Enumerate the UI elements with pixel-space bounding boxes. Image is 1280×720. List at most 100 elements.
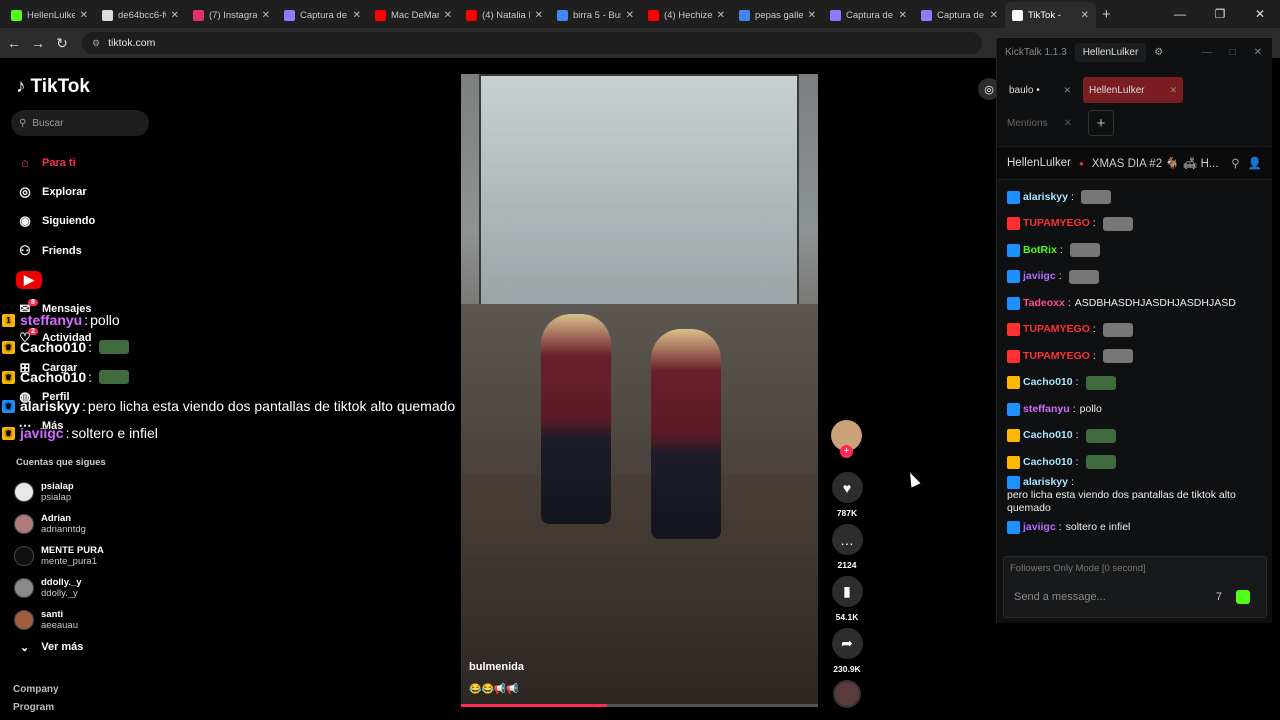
- emote-picker-icon[interactable]: 7: [1216, 591, 1222, 603]
- avatar: [14, 546, 34, 566]
- tab-close-icon[interactable]: ✕: [717, 10, 725, 21]
- sidebar-item[interactable]: ▶: [16, 265, 95, 294]
- video-author[interactable]: bulmenida: [469, 661, 524, 673]
- tab-close-icon[interactable]: ✕: [444, 10, 452, 21]
- add-tab-button[interactable]: +: [1087, 110, 1114, 136]
- chat-username[interactable]: Cacho010: [1023, 456, 1073, 469]
- new-tab-button[interactable]: +: [1102, 6, 1111, 23]
- site-info-icon[interactable]: ⚙: [92, 38, 100, 49]
- browser-tab[interactable]: HellenLulker ✕: [4, 2, 95, 28]
- chat-username[interactable]: BotRix: [1023, 244, 1057, 257]
- mentions-close-icon[interactable]: ✕: [1064, 118, 1072, 129]
- reload-button[interactable]: ↻: [50, 35, 74, 52]
- followed-account[interactable]: Adrian adrianntdg: [14, 508, 104, 540]
- comment-icon[interactable]: …: [831, 524, 863, 555]
- tab-close-icon[interactable]: ✕: [1063, 85, 1071, 96]
- minimize-button[interactable]: —: [1160, 0, 1200, 28]
- tab-close-icon[interactable]: ✕: [353, 10, 361, 21]
- footer-company[interactable]: Company: [13, 684, 59, 695]
- tab-close-icon[interactable]: ✕: [1081, 10, 1089, 21]
- chat-badge-icon: [1007, 349, 1020, 363]
- kicktalk-tab[interactable]: HellenLulker ✕: [1083, 77, 1183, 103]
- send-message-input[interactable]: Send a message... 7: [1004, 583, 1266, 611]
- footer-program[interactable]: Program: [13, 702, 54, 713]
- chat-username[interactable]: TUPAMYEGO: [1023, 323, 1090, 336]
- browser-tab[interactable]: birra 5 - Bus ✕: [550, 2, 641, 28]
- browser-tab[interactable]: TikTok - ✕: [1005, 2, 1096, 28]
- pin-icon[interactable]: ⚲: [1231, 156, 1239, 170]
- user-icon[interactable]: 👤: [1248, 156, 1262, 170]
- mentions-tab[interactable]: Mentions ✕ +: [997, 110, 1272, 136]
- chat-username[interactable]: alariskyy: [1023, 191, 1068, 204]
- action-comment[interactable]: … 2124: [830, 524, 864, 576]
- chat-username[interactable]: alariskyy: [1023, 476, 1068, 489]
- browser-tab[interactable]: Captura de p ✕: [277, 2, 368, 28]
- followed-account[interactable]: ddolly._y ddolly._y: [14, 572, 104, 604]
- sidebar-item[interactable]: ⚇ Friends: [16, 236, 95, 265]
- video-progress-bar[interactable]: [461, 704, 818, 707]
- action-share[interactable]: ➦ 230.9K: [830, 628, 864, 680]
- followed-account[interactable]: MENTE PURA mente_pura1: [14, 540, 104, 572]
- browser-tab[interactable]: Captura de p ✕: [823, 2, 914, 28]
- music-disc-icon[interactable]: [833, 680, 861, 708]
- tab-close-icon[interactable]: ✕: [535, 10, 543, 21]
- kick-emote-icon[interactable]: [1236, 590, 1250, 604]
- kicktalk-minimize-icon[interactable]: —: [1202, 47, 1212, 58]
- search-input[interactable]: ⚲ Buscar: [11, 110, 149, 136]
- tiktok-logo[interactable]: ♪ TikTok: [16, 76, 90, 98]
- chat-username[interactable]: Tadeoxx: [1023, 297, 1065, 310]
- tab-close-icon[interactable]: ✕: [899, 10, 907, 21]
- sidebar-item[interactable]: ◎ Explorar: [16, 177, 95, 206]
- browser-tab[interactable]: (4) Hechizer ✕: [641, 2, 732, 28]
- tab-close-icon[interactable]: ✕: [171, 10, 179, 21]
- share-icon[interactable]: ➦: [831, 628, 863, 659]
- forward-button[interactable]: →: [26, 35, 50, 51]
- close-window-button[interactable]: ✕: [1240, 0, 1280, 28]
- kicktalk-close-icon[interactable]: ✕: [1254, 47, 1262, 58]
- browser-tab[interactable]: Captura de p ✕: [914, 2, 1005, 28]
- video-progress-fill: [461, 704, 608, 707]
- tab-close-icon[interactable]: ✕: [1169, 85, 1177, 96]
- video-player[interactable]: [461, 74, 818, 704]
- kicktalk-current-channel[interactable]: HellenLulker: [1074, 42, 1147, 62]
- action-bookmark[interactable]: ▮ 54.1K: [830, 576, 864, 628]
- url-field[interactable]: ⚙ tiktok.com: [82, 32, 982, 54]
- streamer-name[interactable]: HellenLulker: [1007, 157, 1071, 169]
- chat-username[interactable]: Cacho010: [1023, 376, 1073, 389]
- browser-tab[interactable]: de64bcc6-f0 ✕: [95, 2, 186, 28]
- maximize-button[interactable]: ❐: [1200, 0, 1240, 28]
- chat-badge-icon: [1007, 521, 1020, 535]
- chat-username[interactable]: javiigc: [1023, 270, 1056, 283]
- sidebar-item[interactable]: ◉ Siguiendo: [16, 207, 95, 236]
- follow-plus-icon[interactable]: +: [840, 445, 853, 458]
- browser-tab[interactable]: (4) Natalia L ✕: [459, 2, 550, 28]
- chevron-down-icon: ⌄: [20, 642, 30, 654]
- chat-username[interactable]: javiigc: [1023, 521, 1056, 534]
- chat-username[interactable]: TUPAMYEGO: [1023, 217, 1090, 230]
- chat-username[interactable]: TUPAMYEGO: [1023, 350, 1090, 363]
- chat-colon: :: [1075, 376, 1079, 389]
- bookmark-icon[interactable]: ▮: [831, 576, 863, 607]
- browser-tab[interactable]: Mac DeMarc ✕: [368, 2, 459, 28]
- settings-icon[interactable]: ⚙: [1154, 47, 1163, 58]
- chat-username[interactable]: Cacho010: [1023, 429, 1073, 442]
- kicktalk-tab[interactable]: baulo • ✕: [1003, 77, 1077, 103]
- tab-close-icon[interactable]: ✕: [626, 10, 634, 21]
- tab-close-icon[interactable]: ✕: [808, 10, 816, 21]
- kicktalk-maximize-icon[interactable]: □: [1230, 47, 1236, 58]
- chat-username[interactable]: steffanyu: [1023, 403, 1070, 416]
- followed-account[interactable]: santi aeeauau: [14, 604, 104, 636]
- back-button[interactable]: ←: [2, 35, 26, 51]
- ver-mas-button[interactable]: ⌄ Ver más: [20, 641, 83, 654]
- tab-title: (4) Hechizer: [664, 9, 712, 21]
- sidebar-item[interactable]: ⌂ Para ti: [16, 148, 95, 177]
- followed-account[interactable]: psialap psialap: [14, 476, 104, 508]
- heart-icon[interactable]: ♥: [831, 472, 863, 503]
- browser-tab[interactable]: (7) Instagram ✕: [186, 2, 277, 28]
- action-heart[interactable]: ♥ 787K: [830, 472, 864, 524]
- tab-close-icon[interactable]: ✕: [262, 10, 270, 21]
- browser-tab[interactable]: pepas gallet ✕: [732, 2, 823, 28]
- avatar: [14, 514, 34, 534]
- tab-close-icon[interactable]: ✕: [990, 10, 998, 21]
- tab-close-icon[interactable]: ✕: [80, 10, 88, 21]
